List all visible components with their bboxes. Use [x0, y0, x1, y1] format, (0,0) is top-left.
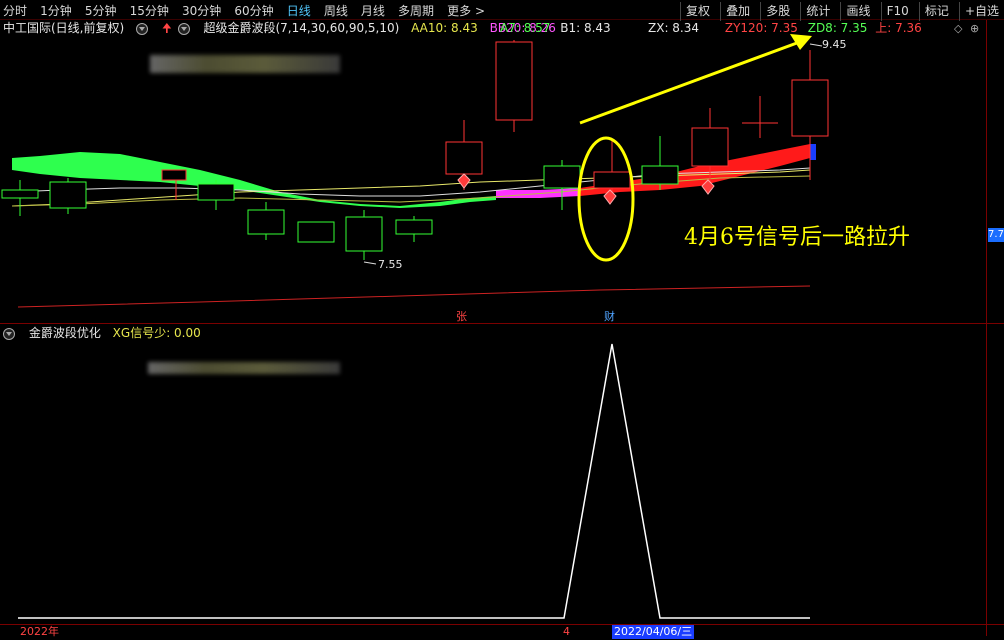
signal-line [18, 343, 810, 619]
tab-1min[interactable]: 1分钟 [40, 2, 72, 21]
tab-multi-period[interactable]: 多周期 [398, 2, 434, 21]
tab-monthly[interactable]: 月线 [361, 2, 385, 21]
year-label: 2022年 [20, 625, 59, 638]
tab-5min[interactable]: 5分钟 [85, 2, 117, 21]
marker-zhang[interactable]: 张 [456, 308, 467, 324]
f10-button[interactable]: F10 [880, 2, 914, 21]
tab-30min[interactable]: 30分钟 [182, 2, 221, 21]
top-toolbar: 分时 1分钟 5分钟 15分钟 30分钟 60分钟 日线 周线 月线 多周期 更… [0, 0, 1004, 21]
tab-fenshi[interactable]: 分时 [3, 2, 27, 21]
trend-arrow-line [579, 38, 806, 125]
high-price-label: 9.45 [822, 38, 847, 51]
period-tabs: 分时 1分钟 5分钟 15分钟 30分钟 60分钟 日线 周线 月线 多周期 更… [3, 0, 493, 21]
restore-right-button[interactable]: 复权 [680, 2, 715, 21]
date-axis: 2022年 4 2022/04/06/三 [0, 624, 1004, 640]
trend-arrow-head [790, 34, 812, 50]
statistics-button[interactable]: 统计 [800, 2, 835, 21]
marker-cai[interactable]: 财 [604, 308, 615, 324]
signal-chart[interactable] [0, 324, 1004, 624]
kline-chart[interactable] [0, 20, 1004, 324]
multi-stock-button[interactable]: 多股 [760, 2, 795, 21]
band-end-marker [810, 144, 816, 160]
add-watchlist-button[interactable]: +自选 [958, 2, 1004, 21]
trend-line-red [17, 285, 811, 308]
draw-line-button[interactable]: 画线 [840, 2, 875, 21]
function-buttons: 复权 叠加 多股 统计 画线 F10 标记 +自选 [680, 0, 1004, 21]
tab-more[interactable]: 更多 > [447, 2, 485, 21]
tab-15min[interactable]: 15分钟 [130, 2, 169, 21]
overlay-button[interactable]: 叠加 [720, 2, 755, 21]
mark-button[interactable]: 标记 [918, 2, 954, 21]
annotation-text: 4月6号信号后一路拉升 [684, 225, 910, 250]
month-label: 4 [563, 625, 570, 638]
selected-date-label: 2022/04/06/三 [612, 625, 695, 639]
tab-daily[interactable]: 日线 [287, 2, 311, 21]
low-price-label: 7.55 [378, 258, 403, 271]
current-price-tag: 7.7 [988, 228, 1004, 242]
tab-60min[interactable]: 60分钟 [234, 2, 273, 21]
tab-weekly[interactable]: 周线 [324, 2, 348, 21]
